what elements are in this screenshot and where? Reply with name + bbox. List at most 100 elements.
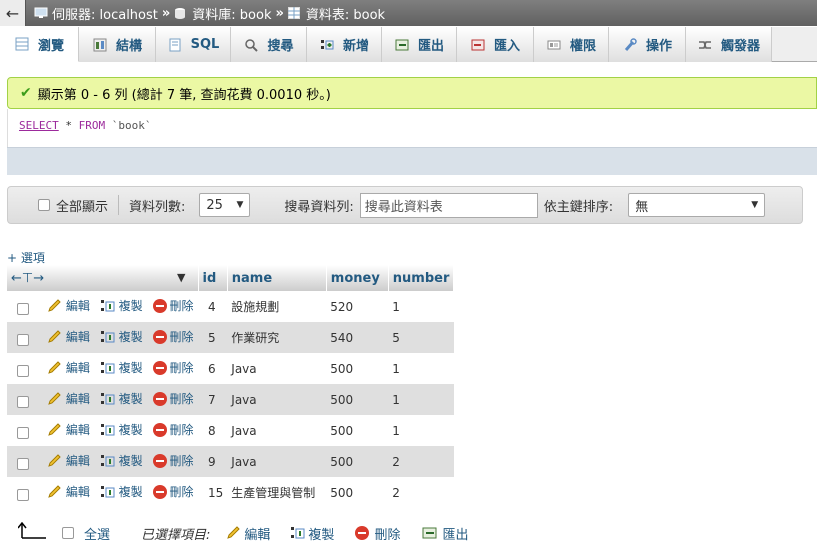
column-header-id[interactable]: id [198, 265, 228, 291]
bulk-copy-button[interactable]: 複製 [290, 524, 334, 543]
row-actions-cell: 編輯 複製 刪除 [7, 415, 198, 446]
breadcrumb-bar: ← 伺服器: localhost » 資料庫: book » 資料表: book [0, 0, 817, 26]
delete-link[interactable]: 刪除 [152, 421, 194, 438]
delete-icon [152, 391, 167, 406]
sql-star: * [65, 119, 72, 132]
copy-link[interactable]: 複製 [100, 390, 143, 407]
copy-link[interactable]: 複製 [100, 328, 143, 345]
cell-id: 8 [198, 415, 228, 446]
options-link[interactable]: + 選項 [7, 249, 45, 266]
sql-table-name: `book` [111, 119, 152, 132]
table-row: 編輯 複製 刪除 7 Java 500 1 [7, 384, 454, 415]
tab-export[interactable]: 匯出 [382, 27, 457, 62]
cell-money: 520 [326, 291, 389, 322]
server-icon [34, 7, 48, 19]
copy-icon [290, 526, 306, 540]
delete-icon [152, 298, 167, 313]
tab-import[interactable]: 匯入 [457, 27, 534, 62]
copy-icon [100, 361, 116, 375]
tab-operations[interactable]: 操作 [609, 27, 686, 62]
tab-triggers[interactable]: 觸發器 [686, 27, 772, 62]
column-controls-header: ←⊤→ ▼ [7, 265, 199, 291]
edit-link[interactable]: 編輯 [47, 297, 90, 314]
row-checkbox[interactable] [17, 489, 29, 502]
back-arrow-icon[interactable]: ← [0, 0, 26, 26]
table-row: 編輯 複製 刪除 6 Java 500 1 [7, 353, 454, 384]
tab-sql[interactable]: SQL [156, 27, 231, 62]
copy-icon [100, 392, 116, 406]
copy-link[interactable]: 複製 [100, 452, 143, 469]
filter-rows-input[interactable]: 搜尋此資料表 [359, 192, 538, 218]
cell-name: Java [227, 415, 327, 446]
delete-icon [152, 422, 167, 437]
delete-link[interactable]: 刪除 [152, 328, 194, 345]
structure-icon [92, 38, 108, 52]
delete-link[interactable]: 刪除 [152, 452, 194, 469]
delete-link[interactable]: 刪除 [152, 390, 194, 407]
browse-icon [14, 37, 30, 51]
breadcrumb-table[interactable]: 資料表: book [306, 4, 385, 23]
copy-icon [100, 299, 116, 313]
tab-search[interactable]: 搜尋 [231, 27, 307, 62]
row-checkbox[interactable] [17, 458, 29, 471]
rows-per-page-select[interactable]: 25 ▼ [199, 193, 251, 217]
column-header-number[interactable]: number [388, 265, 455, 291]
cell-id: 15 [198, 477, 228, 508]
insert-icon [319, 38, 335, 52]
row-checkbox[interactable] [17, 427, 29, 440]
bulk-delete-button[interactable]: 刪除 [355, 524, 400, 543]
column-header-name[interactable]: name [227, 265, 327, 291]
sort-dropdown-icon[interactable]: ▼ [177, 271, 185, 284]
row-actions-cell: 編輯 複製 刪除 [7, 322, 198, 353]
bulk-export-button[interactable]: 匯出 [422, 524, 468, 543]
check-all-checkbox[interactable] [62, 527, 74, 539]
copy-link[interactable]: 複製 [100, 483, 143, 500]
row-checkbox[interactable] [17, 303, 29, 316]
tab-structure[interactable]: 結構 [79, 27, 156, 62]
breadcrumb-server[interactable]: 伺服器: localhost [52, 4, 158, 23]
sql-keyword-select[interactable]: SELECT [19, 119, 59, 132]
cell-number: 1 [388, 415, 454, 446]
sort-by-key-label: 依主鍵排序: [543, 199, 614, 215]
sort-by-key-select[interactable]: 無 ▼ [628, 193, 766, 217]
bulk-edit-button[interactable]: 編輯 [226, 524, 270, 543]
pencil-icon [47, 392, 63, 406]
edit-link[interactable]: 編輯 [47, 421, 90, 438]
cell-name: Java [227, 353, 327, 384]
copy-link[interactable]: 複製 [100, 359, 143, 376]
edit-link[interactable]: 編輯 [47, 328, 90, 345]
table-row: 編輯 複製 刪除 15 生產管理與管制 500 2 [7, 477, 454, 508]
delete-link[interactable]: 刪除 [152, 297, 194, 314]
column-resize-arrows-icon[interactable]: ←⊤→ [11, 271, 44, 286]
tab-insert[interactable]: 新增 [307, 27, 382, 62]
tab-privileges[interactable]: 權限 [534, 27, 609, 62]
table-row: 編輯 複製 刪除 9 Java 500 2 [7, 446, 454, 477]
cell-number: 2 [388, 477, 454, 508]
tab-browse[interactable]: 瀏覽 [0, 27, 79, 62]
row-checkbox[interactable] [17, 334, 29, 347]
cell-money: 500 [326, 353, 389, 384]
copy-link[interactable]: 複製 [100, 421, 143, 438]
copy-link[interactable]: 複製 [100, 297, 143, 314]
show-all-checkbox[interactable] [38, 199, 50, 211]
delete-link[interactable]: 刪除 [152, 483, 194, 500]
pencil-icon [47, 485, 63, 499]
breadcrumb-separator: » [275, 5, 284, 21]
results-table: ←⊤→ ▼ id name money number 編輯 複製 刪除 4 設施… [7, 265, 455, 508]
pencil-icon [226, 526, 242, 540]
delete-link[interactable]: 刪除 [152, 359, 194, 376]
cell-money: 500 [326, 477, 389, 508]
row-checkbox[interactable] [17, 396, 29, 409]
edit-link[interactable]: 編輯 [47, 483, 90, 500]
edit-link[interactable]: 編輯 [47, 452, 90, 469]
delete-icon [152, 360, 167, 375]
cell-number: 1 [388, 353, 454, 384]
row-checkbox[interactable] [17, 365, 29, 378]
edit-link[interactable]: 編輯 [47, 359, 90, 376]
edit-link[interactable]: 編輯 [47, 390, 90, 407]
breadcrumb-database[interactable]: 資料庫: book [192, 4, 271, 23]
breadcrumb-separator: » [161, 5, 171, 21]
breadcrumb: 伺服器: localhost » 資料庫: book » 資料表: book [34, 4, 385, 23]
column-header-money[interactable]: money [326, 265, 389, 291]
check-all-link[interactable]: 全選 [84, 524, 110, 543]
